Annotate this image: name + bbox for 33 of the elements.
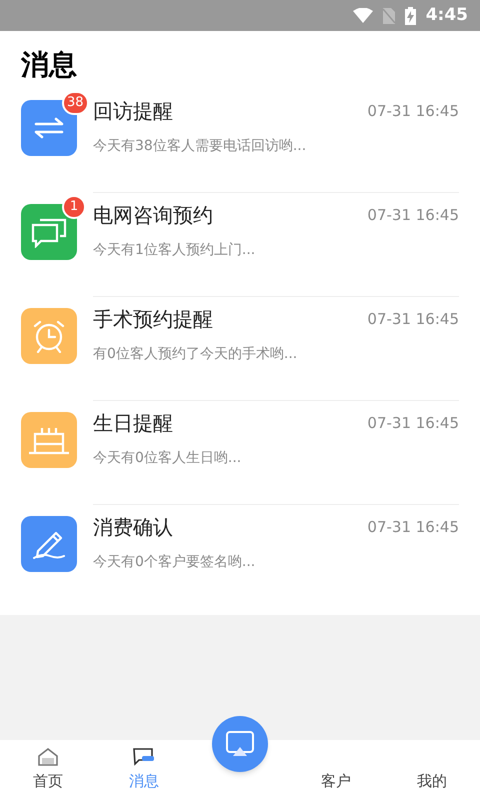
tab-item[interactable]: 首页 bbox=[0, 740, 96, 800]
message-title: 手术预约提醒 bbox=[93, 306, 213, 333]
message-time: 07-31 16:45 bbox=[367, 100, 459, 122]
unread-count-badge: 38 bbox=[62, 91, 89, 115]
message-preview: 今天有0个客户要签名哟... bbox=[93, 553, 256, 572]
tab-item[interactable]: 客户 bbox=[288, 740, 384, 800]
message-preview: 有0位客人预约了今天的手术哟... bbox=[93, 345, 298, 364]
swap-arrows-icon bbox=[34, 117, 64, 139]
center-action-button[interactable] bbox=[212, 716, 268, 772]
home-icon bbox=[38, 748, 58, 766]
tab-item[interactable]: 我的 bbox=[384, 740, 480, 800]
message-preview: 今天有0位客人生日哟... bbox=[93, 449, 242, 468]
message-title: 电网咨询预约 bbox=[93, 202, 213, 229]
message-preview: 今天有1位客人预约上门... bbox=[93, 241, 256, 260]
battery-charging-icon bbox=[404, 6, 416, 24]
alarm-clock-icon bbox=[32, 319, 66, 353]
message-time: 07-31 16:45 bbox=[367, 204, 459, 226]
message-time: 07-31 16:45 bbox=[367, 308, 459, 330]
message-title: 回访提醒 bbox=[93, 98, 173, 125]
chat-icon bbox=[133, 748, 155, 766]
message-title: 消费确认 bbox=[93, 514, 173, 541]
cake-icon bbox=[28, 425, 70, 455]
status-time: 4:45 bbox=[426, 4, 468, 27]
unread-count-badge: 1 bbox=[62, 195, 86, 219]
no-sim-icon bbox=[382, 8, 395, 24]
page-title: 消息 bbox=[20, 47, 78, 83]
wifi-icon bbox=[352, 8, 373, 23]
message-time: 07-31 16:45 bbox=[367, 412, 459, 434]
message-title: 生日提醒 bbox=[93, 410, 173, 437]
message-time: 07-31 16:45 bbox=[367, 516, 459, 538]
message-preview: 今天有38位客人需要电话回访哟... bbox=[93, 137, 308, 156]
picture-frame-icon bbox=[226, 731, 254, 757]
chat-bubbles-icon bbox=[31, 216, 67, 248]
